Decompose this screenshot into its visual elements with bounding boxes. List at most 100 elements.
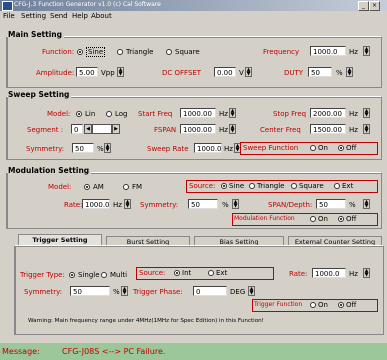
center-freq-spin-icon[interactable]: ▲ ▼ — [363, 124, 370, 134]
mod-function-off-radio[interactable] — [338, 216, 344, 222]
close-button[interactable]: × — [369, 1, 380, 11]
status-label: Message: — [2, 347, 40, 356]
stop-freq-unit: Hz — [349, 110, 358, 118]
trigger-function-off-radio[interactable] — [338, 302, 344, 308]
modulation-setting-title: Modulation Setting — [8, 166, 92, 175]
trigger-source-ext-radio[interactable] — [208, 270, 214, 276]
segment-scrollbar[interactable] — [92, 124, 112, 134]
frequency-label: Frequency — [263, 48, 300, 56]
trigger-rate-input[interactable]: 1000.0 — [312, 268, 346, 278]
center-freq-input[interactable]: 1500.00 — [310, 124, 346, 134]
mod-source-ext-radio[interactable] — [334, 183, 340, 189]
trigger-warning-text: Warning: Main frequency range under 4MHz… — [28, 318, 264, 324]
sweep-symmetry-spin-icon[interactable]: ▲ ▼ — [104, 143, 111, 153]
function-triangle-radio[interactable] — [117, 49, 123, 55]
minimize-button[interactable]: _ — [358, 1, 369, 11]
trigger-phase-spin-icon[interactable]: ▲ ▼ — [248, 286, 255, 296]
duty-spin-icon[interactable]: ▲ ▼ — [346, 67, 353, 77]
main-setting-title: Main Setting — [8, 30, 64, 39]
mod-symmetry-spin-icon[interactable]: ▲ ▼ — [232, 199, 239, 209]
trigger-multi-radio[interactable] — [101, 272, 107, 278]
mod-source-square-radio[interactable] — [291, 183, 297, 189]
stop-freq-spin-icon[interactable]: ▲ ▼ — [363, 108, 370, 118]
app-window: CFG-J.3 Function Generator v1.0 (c) Cal … — [0, 0, 387, 360]
span-depth-unit: % — [349, 201, 356, 209]
trigger-function-off-label: Off — [346, 301, 357, 309]
sweep-rate-input[interactable]: 1000.0 — [194, 143, 222, 153]
menu-send[interactable]: Send — [50, 12, 68, 20]
dc-offset-input[interactable]: 0.00 — [214, 67, 236, 77]
start-freq-unit: Hz — [219, 110, 228, 118]
trigger-symmetry-unit: % — [113, 288, 120, 296]
sweep-function-off-label: Off — [346, 144, 357, 152]
menu-file[interactable]: File — [3, 12, 15, 20]
mod-source-sine-radio[interactable] — [221, 183, 227, 189]
mod-model-am-radio[interactable] — [84, 184, 90, 190]
trigger-source-ext-label: Ext — [216, 269, 228, 277]
amplitude-spin-icon[interactable]: ▲ ▼ — [117, 67, 124, 77]
trigger-rate-spin-icon[interactable]: ▲ ▼ — [363, 268, 370, 278]
mod-rate-label: Rate: — [64, 201, 83, 209]
fspan-input[interactable]: 1000.00 — [180, 124, 216, 134]
mod-rate-input[interactable]: 1000.0 — [82, 199, 110, 209]
mod-function-on-radio[interactable] — [310, 216, 316, 222]
mod-model-fm-radio[interactable] — [123, 184, 129, 190]
stop-freq-input[interactable]: 2000.00 — [310, 108, 346, 118]
sweep-symmetry-input[interactable]: 50 — [72, 143, 94, 153]
mod-source-square-label: Square — [299, 182, 324, 190]
trigger-symmetry-spin-icon[interactable]: ▲ ▼ — [121, 286, 128, 296]
fspan-spin-icon[interactable]: ▲ ▼ — [229, 124, 236, 134]
window-title: CFG-J.3 Function Generator v1.0 (c) Cal … — [14, 1, 161, 8]
function-triangle-label: Triangle — [126, 48, 154, 56]
sweep-symmetry-label: Symmetry: — [26, 145, 65, 153]
frequency-unit: Hz — [349, 48, 358, 56]
sweep-function-on-radio[interactable] — [310, 145, 316, 151]
mod-model-am-label: AM — [93, 183, 104, 191]
mod-rate-spin-icon[interactable]: ▲ ▼ — [124, 199, 131, 209]
sweep-model-log-radio[interactable] — [106, 111, 112, 117]
trigger-source-label: Source: — [139, 269, 166, 277]
mod-model-label: Model: — [48, 183, 72, 191]
segment-left-arrow-icon[interactable]: ◀ — [84, 124, 92, 134]
sweep-function-off-radio[interactable] — [338, 145, 344, 151]
menu-about[interactable]: About — [91, 12, 112, 20]
menu-help[interactable]: Help — [72, 12, 88, 20]
trigger-type-label: Trigger Type: — [20, 271, 65, 279]
center-freq-label: Center Freq — [260, 126, 301, 134]
tab-trigger-setting[interactable]: Trigger Setting — [18, 234, 102, 245]
trigger-source-int-radio[interactable] — [174, 270, 180, 276]
amplitude-label: Amplitude: — [36, 69, 75, 77]
dc-offset-spin-icon[interactable]: ▲ ▼ — [245, 67, 252, 77]
mod-symmetry-label: Symmetry: — [140, 201, 179, 209]
span-depth-spin-icon[interactable]: ▲ ▼ — [363, 199, 370, 209]
mod-source-sine-label: Sine — [229, 182, 245, 190]
amplitude-input[interactable]: 5.00 — [76, 67, 98, 77]
sweep-model-lin-radio[interactable] — [76, 111, 82, 117]
menu-setting[interactable]: Setting — [21, 12, 46, 20]
sweep-model-log-label: Log — [115, 110, 128, 118]
trigger-multi-label: Multi — [110, 271, 128, 279]
trigger-function-on-radio[interactable] — [310, 302, 316, 308]
trigger-symmetry-input[interactable]: 50 — [70, 286, 110, 296]
frequency-input[interactable]: 1000.0 — [310, 46, 346, 56]
title-bar[interactable]: CFG-J.3 Function Generator v1.0 (c) Cal … — [0, 0, 387, 11]
sweep-rate-unit: Hz — [224, 145, 233, 153]
status-bar: Message: CFG-J08S <--> PC Failure. — [0, 343, 387, 360]
duty-input[interactable]: 50 — [308, 67, 332, 77]
segment-input[interactable]: 0 — [71, 124, 83, 134]
function-square-radio[interactable] — [166, 49, 172, 55]
start-freq-spin-icon[interactable]: ▲ ▼ — [229, 108, 236, 118]
trigger-function-on-label: On — [318, 301, 328, 309]
mod-symmetry-unit: % — [222, 201, 229, 209]
function-sine-radio[interactable] — [77, 49, 83, 55]
mod-source-triangle-radio[interactable] — [249, 183, 255, 189]
trigger-single-radio[interactable] — [69, 272, 75, 278]
span-depth-input[interactable]: 50 — [316, 199, 346, 209]
frequency-spin-icon[interactable]: ▲ ▼ — [363, 46, 370, 56]
trigger-single-label: Single — [78, 271, 100, 279]
segment-right-arrow-icon[interactable]: ▶ — [112, 124, 120, 134]
mod-symmetry-input[interactable]: 50 — [188, 199, 218, 209]
sweep-function-label: Sweep Function — [243, 144, 299, 152]
trigger-phase-input[interactable]: 0 — [193, 286, 227, 296]
start-freq-input[interactable]: 1000.00 — [180, 108, 216, 118]
